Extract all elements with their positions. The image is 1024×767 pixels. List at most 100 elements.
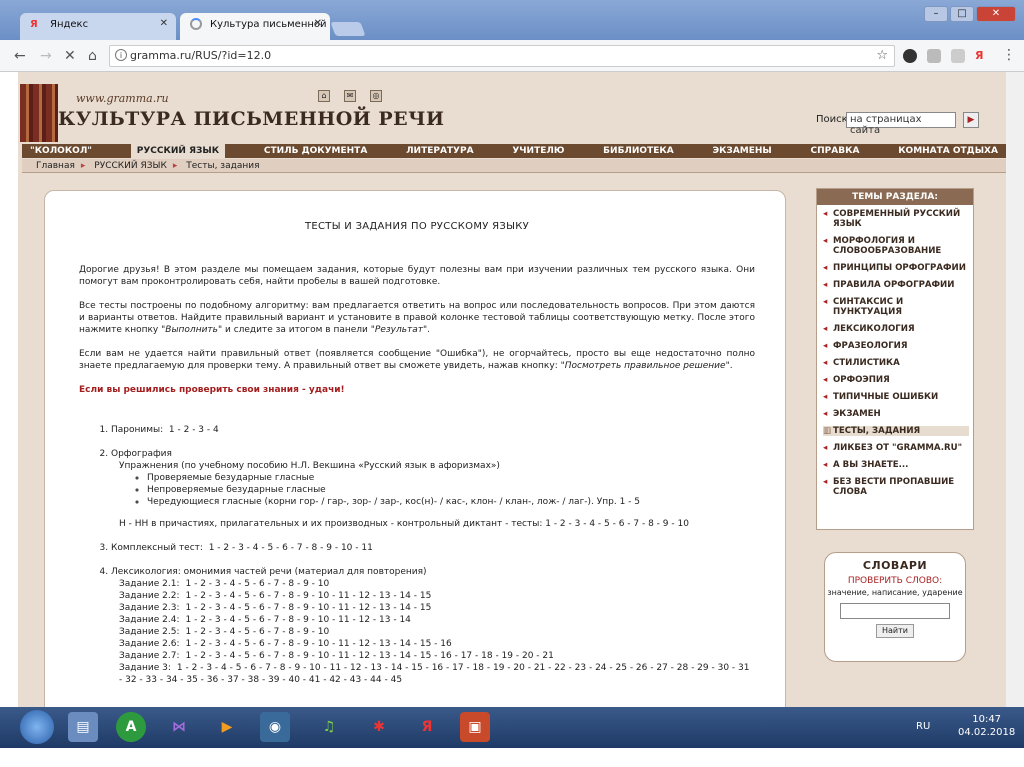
sidebar-item[interactable]: ТИПИЧНЫЕ ОШИБКИ [823, 392, 969, 402]
start-button[interactable] [20, 710, 54, 744]
main-nav: "КОЛОКОЛ" РУССКИЙ ЯЗЫК СТИЛЬ ДОКУМЕНТА Л… [22, 144, 1006, 158]
language-indicator[interactable]: RU [916, 721, 930, 732]
nav-item-help[interactable]: СПРАВКА [811, 144, 860, 158]
breadcrumb-russian[interactable]: РУССКИЙ ЯЗЫК [94, 161, 167, 171]
page-title: ТЕСТЫ И ЗАДАНИЯ ПО РУССКОМУ ЯЗЫКУ [304, 221, 530, 232]
close-window-button[interactable]: ✕ [976, 6, 1016, 22]
taskbar: ▤ A ⋈ ▶ ◉ ♫ ✱ Я ▣ RU 10:47 04.02.2018 [0, 707, 1024, 748]
find-button[interactable]: Найти [876, 624, 914, 638]
new-tab-button[interactable] [330, 22, 366, 36]
address-bar[interactable]: i gramma.ru/RUS/?id=12.0 ☆ [109, 45, 895, 67]
nav-item-russian[interactable]: РУССКИЙ ЯЗЫК [130, 144, 226, 158]
search-go-button[interactable]: ▶ [963, 112, 979, 128]
close-icon[interactable]: ✕ [160, 18, 168, 29]
sidebar-item[interactable]: ОРФОЭПИЯ [823, 375, 969, 385]
mail-icon[interactable]: ✉ [344, 90, 356, 102]
breadcrumb-tests: Тесты, задания [186, 161, 260, 171]
test-links[interactable]: 1 - 2 - 3 - 4 - 5 - 6 - 7 - 8 - 9 - 10 -… [186, 651, 554, 661]
visual-studio-icon[interactable]: ⋈ [164, 712, 194, 742]
scrollbar[interactable] [1006, 72, 1024, 712]
nav-item-rest[interactable]: КОМНАТА ОТДЫХА [898, 144, 998, 158]
info-icon[interactable]: i [115, 49, 127, 61]
menu-icon[interactable]: ⋮ [1002, 47, 1016, 63]
music-icon[interactable]: ♫ [314, 712, 344, 742]
tab-yandex[interactable]: Я Яндекс ✕ [20, 13, 176, 40]
stop-icon[interactable]: ✕ [64, 48, 76, 64]
search-input[interactable]: на страницах сайта [846, 112, 956, 136]
clock[interactable]: 10:47 04.02.2018 [958, 713, 1015, 739]
test-links[interactable]: 1 - 2 - 3 - 4 - 5 - 6 - 7 - 8 - 9 - 10 -… [209, 543, 373, 553]
exercise-rows: Задание 2.1: 1 - 2 - 3 - 4 - 5 - 6 - 7 - … [119, 578, 755, 686]
tab-gramma[interactable]: Культура письменной р ✕ [180, 13, 330, 40]
sidebar-item[interactable]: ЛИКБЕЗ ОТ "GRAMMA.RU" [823, 443, 969, 453]
test-links[interactable]: 1 - 2 - 3 - 4 - 5 - 6 - 7 - 8 - 9 - 10 -… [186, 639, 452, 649]
list-item: Лексикология: омонимия частей речи (мате… [111, 566, 755, 686]
nav-item-literature[interactable]: ЛИТЕРАТУРА [406, 144, 474, 158]
sidebar-item[interactable]: ЭКЗАМЕН [823, 409, 969, 419]
test-links[interactable]: 1 - 2 - 3 - 4 - 5 - 6 - 7 - 8 - 9 - 10 [186, 579, 330, 589]
dictionary-widget: СЛОВАРИ ПРОВЕРИТЬ СЛОВО: значение, напис… [824, 552, 966, 662]
test-links[interactable]: 1 - 2 - 3 - 4 [169, 425, 219, 435]
test-links[interactable]: 1 - 2 - 3 - 4 - 5 - 6 - 7 - 8 - 9 - 10 -… [186, 603, 432, 613]
test-links[interactable]: 1 - 2 - 3 - 4 - 5 - 6 - 7 - 8 - 9 - 10 -… [186, 591, 432, 601]
test-links[interactable]: 1 - 2 - 3 - 4 - 5 - 6 - 7 - 8 - 9 - 10 [186, 627, 330, 637]
site-title[interactable]: КУЛЬТУРА ПИСЬМЕННОЙ РЕЧИ [58, 108, 444, 130]
breadcrumb-home[interactable]: Главная [36, 161, 75, 171]
forward-icon[interactable]: → [40, 48, 52, 64]
nav-item-teacher[interactable]: УЧИТЕЛЮ [512, 144, 564, 158]
sidebar-item[interactable]: СИНТАКСИС И ПУНКТУАЦИЯ [823, 297, 969, 317]
test-links[interactable]: 1 - 2 - 3 - 4 - 5 - 6 - 7 - 8 - 9 - 10 -… [119, 663, 749, 685]
test-list: Паронимы: 1 - 2 - 3 - 4 Орфография Упраж… [111, 424, 755, 686]
home-icon[interactable]: ⌂ [318, 90, 330, 102]
nav-item-exams[interactable]: ЭКЗАМЕНЫ [712, 144, 771, 158]
nav-item-kolokol[interactable]: "КОЛОКОЛ" [30, 144, 92, 158]
sidebar-item[interactable]: ФРАЗЕОЛОГИЯ [823, 341, 969, 351]
nav-item-style[interactable]: СТИЛЬ ДОКУМЕНТА [264, 144, 367, 158]
yandex-icon[interactable]: Я [412, 712, 442, 742]
sidebar-item[interactable]: ПРИНЦИПЫ ОРФОГРАФИИ [823, 263, 969, 273]
nav-item-library[interactable]: БИБЛИОТЕКА [603, 144, 674, 158]
extension-icon[interactable] [903, 49, 917, 63]
sidebar-title: ТЕМЫ РАЗДЕЛА: [817, 189, 973, 205]
word-input[interactable] [840, 603, 950, 619]
sidebar-item[interactable]: А ВЫ ЗНАЕТЕ... [823, 460, 969, 470]
exercise-row: Задание 2.1: 1 - 2 - 3 - 4 - 5 - 6 - 7 - … [119, 579, 330, 589]
sidebar-list: СОВРЕМЕННЫЙ РУССКИЙ ЯЗЫК МОРФОЛОГИЯ И СЛО… [817, 205, 973, 497]
sidebar-item[interactable]: ЛЕКСИКОЛОГИЯ [823, 324, 969, 334]
exercise-row: Задание 3: 1 - 2 - 3 - 4 - 5 - 6 - 7 - 8 … [119, 663, 750, 685]
sidebar-item[interactable]: ПРАВИЛА ОРФОГРАФИИ [823, 280, 969, 290]
screen-bottom [0, 748, 1024, 767]
exercise-row: Задание 2.7: 1 - 2 - 3 - 4 - 5 - 6 - 7 - … [119, 651, 554, 661]
sidebar-item[interactable]: СОВРЕМЕННЫЙ РУССКИЙ ЯЗЫК [823, 209, 969, 229]
list-item[interactable]: Проверяемые безударные гласные [147, 472, 755, 484]
chrome-icon[interactable]: ◉ [260, 712, 290, 742]
star-icon[interactable]: ☆ [876, 48, 888, 63]
home-icon[interactable]: ⌂ [88, 48, 97, 64]
test-links[interactable]: 1 - 2 - 3 - 4 - 5 - 6 - 7 - 8 - 9 - 10 -… [186, 615, 411, 625]
minimize-button[interactable]: – [924, 6, 948, 22]
extension-icon[interactable] [927, 49, 941, 63]
explorer-icon[interactable]: ▤ [68, 712, 98, 742]
media-player-icon[interactable]: ▶ [212, 712, 242, 742]
list-item[interactable]: Непроверяемые безударные гласные [147, 484, 755, 496]
sidebar-item[interactable]: СТИЛИСТИКА [823, 358, 969, 368]
nn-tests[interactable]: Н - НН в причастиях, прилагательных и их… [119, 518, 755, 530]
algorithm-paragraph: Все тесты построены по подобному алгорит… [79, 301, 755, 335]
close-icon[interactable]: ✕ [314, 18, 322, 29]
extension-icon[interactable] [951, 49, 965, 63]
web-page: www.gramma.ru КУЛЬТУРА ПИСЬМЕННОЙ РЕЧИ ⌂… [18, 72, 1006, 712]
app-icon[interactable]: ✱ [364, 712, 394, 742]
sidebar-item[interactable]: ТЕСТЫ, ЗАДАНИЯ [823, 426, 969, 436]
back-icon[interactable]: ← [14, 48, 26, 64]
yandex-icon[interactable]: Я [975, 49, 989, 63]
maximize-button[interactable]: □ [950, 6, 974, 22]
exercise-row: Задание 2.6: 1 - 2 - 3 - 4 - 5 - 6 - 7 - … [119, 639, 452, 649]
presentation-icon[interactable]: ▣ [460, 712, 490, 742]
list-item[interactable]: Чередующиеся гласные (корни гор- / гар-,… [147, 496, 755, 508]
exercise-row: Задание 2.3: 1 - 2 - 3 - 4 - 5 - 6 - 7 - … [119, 603, 432, 613]
sidebar-item[interactable]: МОРФОЛОГИЯ И СЛОВООБРАЗОВАНИЕ [823, 236, 969, 256]
header-icons: ⌂ ✉ ◎ [318, 90, 382, 102]
app-icon[interactable]: A [116, 712, 146, 742]
sidebar-item[interactable]: БЕЗ ВЕСТИ ПРОПАВШИЕ СЛОВА [823, 477, 969, 497]
sitemap-icon[interactable]: ◎ [370, 90, 382, 102]
